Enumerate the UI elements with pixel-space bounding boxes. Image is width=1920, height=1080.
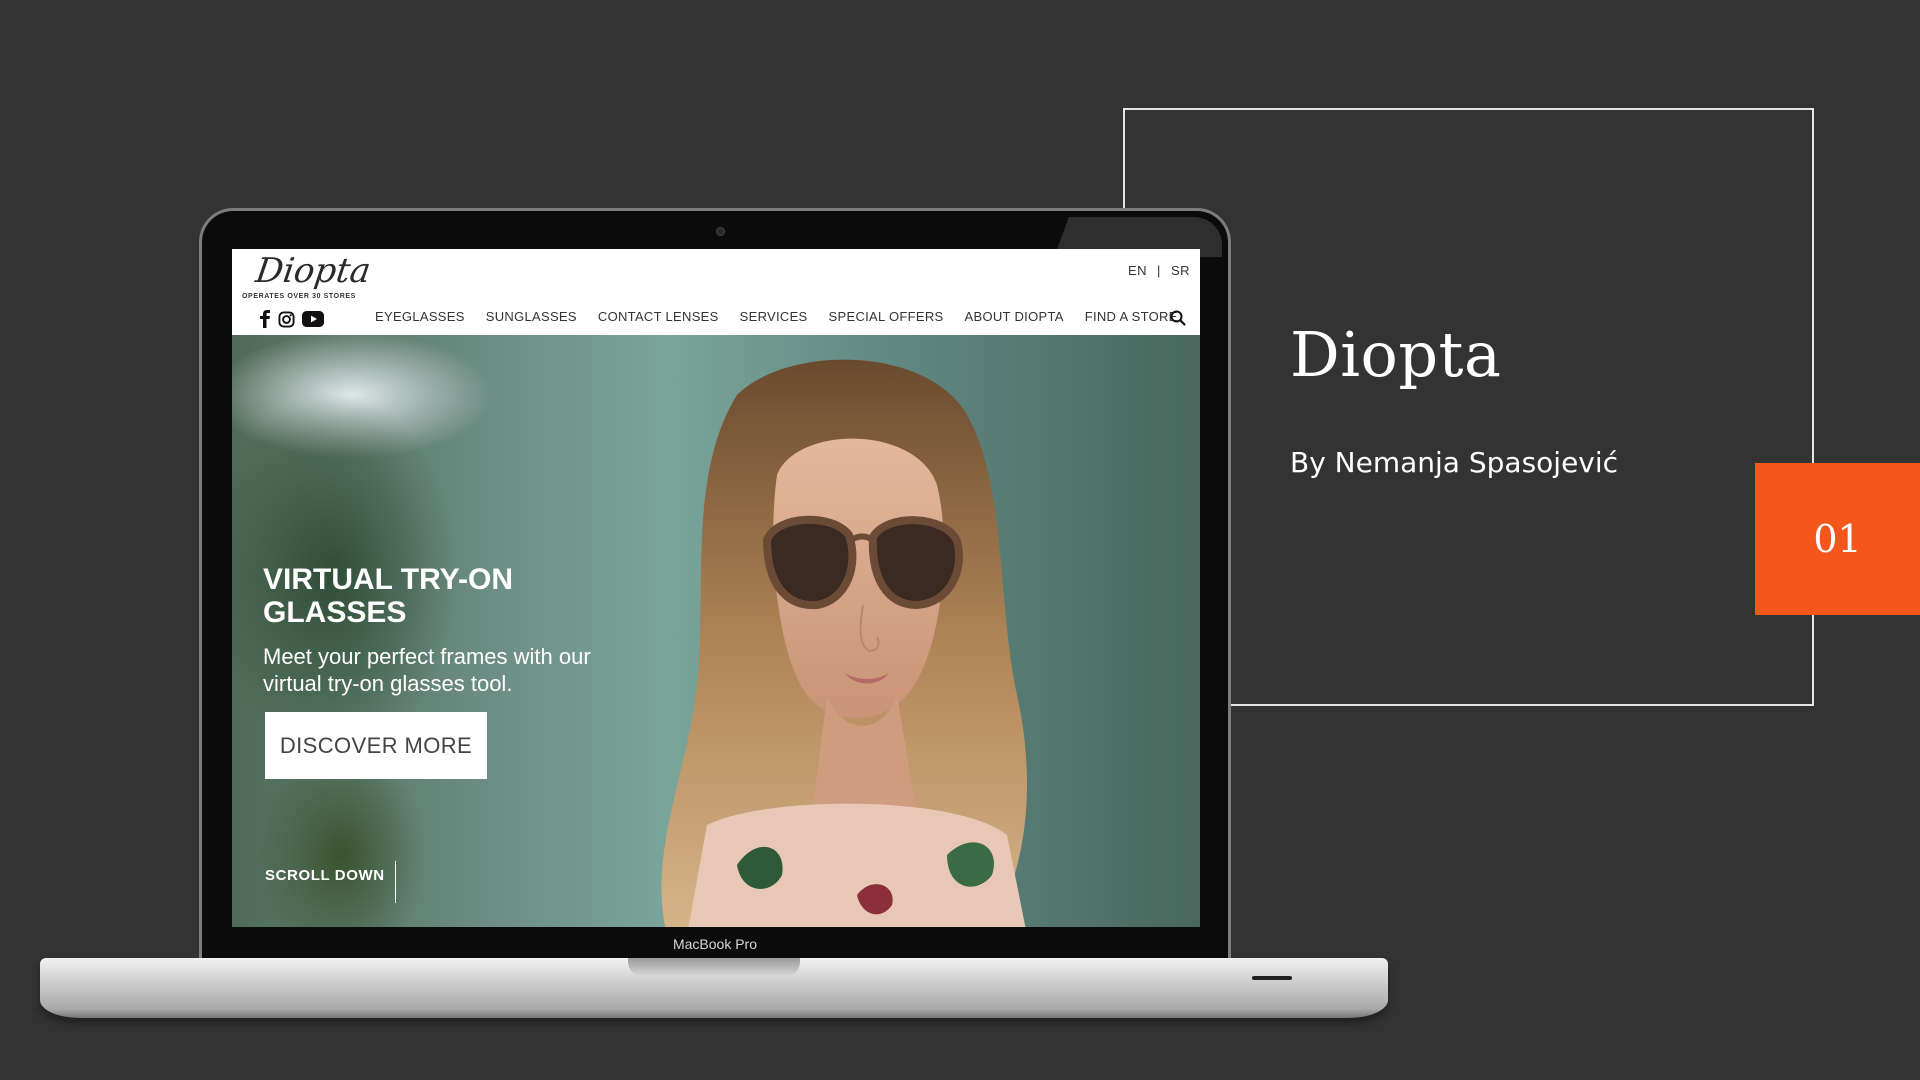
lang-separator: | <box>1157 263 1161 278</box>
instagram-icon[interactable] <box>275 309 297 329</box>
lang-en[interactable]: EN <box>1128 263 1147 278</box>
laptop-screen: Diopta OPERATES OVER 30 STORES EN | SR EYE… <box>232 249 1200 927</box>
site-logo[interactable]: Diopta <box>253 251 373 291</box>
site-header: Diopta OPERATES OVER 30 STORES EN | SR EYE… <box>232 249 1200 335</box>
search-icon[interactable] <box>1170 310 1186 326</box>
hero-banner: VIRTUAL TRY-ON GLASSES Meet your perfect… <box>232 335 1200 927</box>
scroll-down-link[interactable]: SCROLL DOWN <box>265 867 385 884</box>
device-model-label: MacBook Pro <box>672 936 758 952</box>
language-switcher: EN | SR <box>1128 263 1190 278</box>
base-slot <box>1252 976 1292 980</box>
main-nav: EYEGLASSES SUNGLASSES CONTACT LENSES SER… <box>375 309 1199 329</box>
hero-model-photo <box>661 359 1027 927</box>
lang-sr[interactable]: SR <box>1171 263 1190 278</box>
nav-find-a-store[interactable]: FIND A STORE <box>1085 309 1178 329</box>
base-notch <box>628 958 800 976</box>
facebook-icon[interactable] <box>254 309 276 329</box>
laptop-base <box>40 958 1388 1018</box>
camera-icon <box>716 227 725 236</box>
slide-number: 01 <box>1813 517 1862 561</box>
youtube-icon[interactable] <box>300 309 326 329</box>
nav-sunglasses[interactable]: SUNGLASSES <box>486 309 577 329</box>
site-tagline: OPERATES OVER 30 STORES <box>242 293 356 300</box>
nav-eyeglasses[interactable]: EYEGLASSES <box>375 309 465 329</box>
nav-services[interactable]: SERVICES <box>740 309 808 329</box>
slide-number-badge: 01 <box>1755 463 1920 615</box>
discover-more-button[interactable]: DISCOVER MORE <box>265 712 487 779</box>
nav-about-diopta[interactable]: ABOUT DIOPTA <box>965 309 1064 329</box>
slide-title: Diopta <box>1290 318 1502 391</box>
scroll-indicator-line <box>395 861 396 903</box>
hero-title: VIRTUAL TRY-ON GLASSES <box>263 563 514 629</box>
hero-subtitle: Meet your perfect frames with our virtua… <box>263 644 591 696</box>
slide-author: By Nemanja Spasojević <box>1290 446 1619 479</box>
nav-special-offers[interactable]: SPECIAL OFFERS <box>829 309 944 329</box>
nav-contact-lenses[interactable]: CONTACT LENSES <box>598 309 719 329</box>
